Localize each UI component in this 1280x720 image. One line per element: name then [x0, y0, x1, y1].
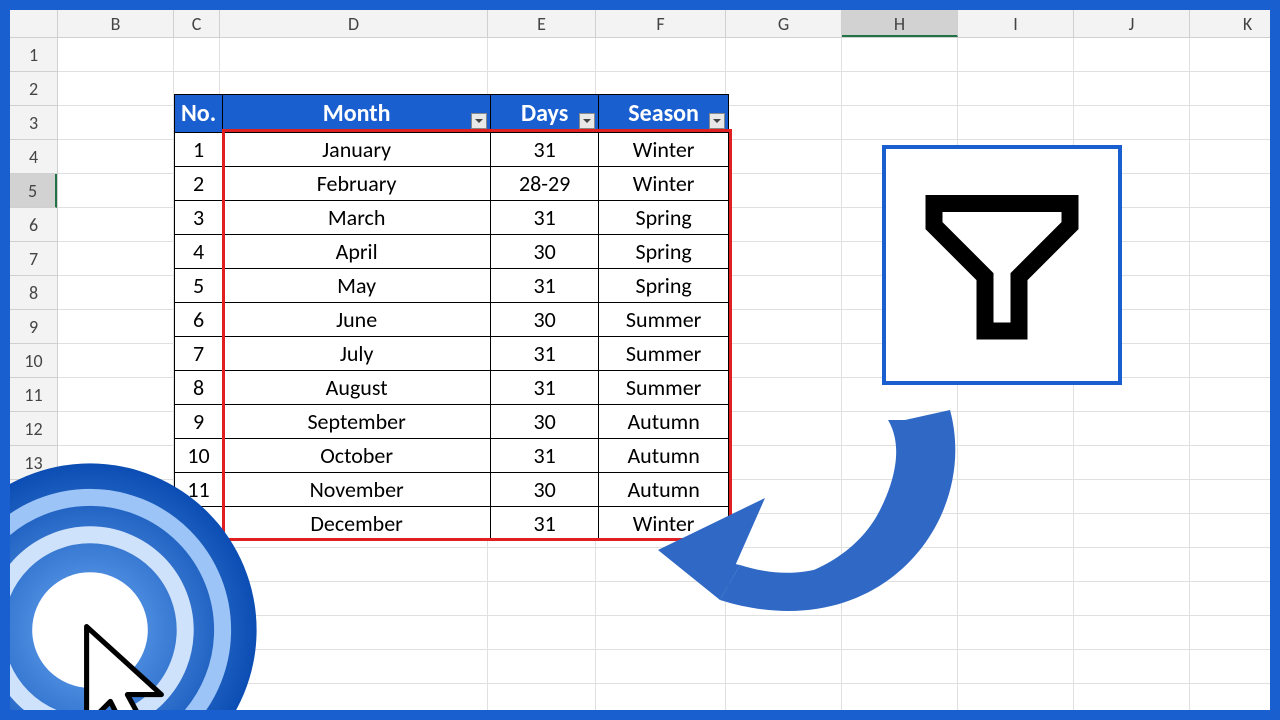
- filter-icon-card: [882, 145, 1122, 385]
- table-cell[interactable]: 31: [491, 133, 599, 167]
- table-cell[interactable]: 1: [175, 133, 223, 167]
- row-header-10[interactable]: 10: [10, 344, 57, 378]
- table-header-season: Season: [599, 95, 729, 133]
- row-header-1[interactable]: 1: [10, 38, 57, 72]
- table-header-label: Days: [521, 99, 568, 128]
- table-cell[interactable]: 31: [491, 337, 599, 371]
- spreadsheet-grid[interactable]: BCDEFGHIJK 12345678910111213 No.MonthDay…: [10, 10, 1270, 710]
- table-cell[interactable]: May: [223, 269, 491, 303]
- table-cell[interactable]: 30: [491, 235, 599, 269]
- table-cell[interactable]: November: [223, 473, 491, 507]
- table-cell[interactable]: August: [223, 371, 491, 405]
- row-header-12[interactable]: 12: [10, 412, 57, 446]
- table-cell[interactable]: 28-29: [491, 167, 599, 201]
- table-cell[interactable]: February: [223, 167, 491, 201]
- table-cell[interactable]: 2: [175, 167, 223, 201]
- table-cell[interactable]: 3: [175, 201, 223, 235]
- table-cell[interactable]: 7: [175, 337, 223, 371]
- table-cell[interactable]: January: [223, 133, 491, 167]
- table-row: 3March31Spring: [175, 201, 729, 235]
- table-header-month: Month: [223, 95, 491, 133]
- table-header-label: Month: [323, 99, 391, 128]
- column-header-H[interactable]: H: [842, 10, 958, 37]
- column-header-I[interactable]: I: [958, 10, 1074, 37]
- table-cell[interactable]: 31: [491, 507, 599, 541]
- table-cell[interactable]: 31: [491, 439, 599, 473]
- column-header-G[interactable]: G: [726, 10, 842, 37]
- cursor-logo: [10, 460, 260, 710]
- table-cell[interactable]: March: [223, 201, 491, 235]
- table-cell[interactable]: 31: [491, 269, 599, 303]
- table-cell[interactable]: 30: [491, 473, 599, 507]
- table-header-label: No.: [181, 99, 216, 128]
- table-cell[interactable]: 31: [491, 201, 599, 235]
- table-cell[interactable]: Spring: [599, 201, 729, 235]
- table-row: 4April30Spring: [175, 235, 729, 269]
- column-header-K[interactable]: K: [1190, 10, 1270, 37]
- table-row: 5May31Spring: [175, 269, 729, 303]
- table-cell[interactable]: 30: [491, 405, 599, 439]
- table-header-days: Days: [491, 95, 599, 133]
- table-row: 7July31Summer: [175, 337, 729, 371]
- table-cell[interactable]: 8: [175, 371, 223, 405]
- table-header-label: Season: [628, 99, 699, 128]
- column-header-B[interactable]: B: [58, 10, 174, 37]
- column-header-E[interactable]: E: [488, 10, 596, 37]
- table-cell[interactable]: 6: [175, 303, 223, 337]
- filter-dropdown-button[interactable]: [709, 113, 725, 129]
- row-header-7[interactable]: 7: [10, 242, 57, 276]
- funnel-icon: [917, 178, 1087, 353]
- row-header-3[interactable]: 3: [10, 106, 57, 140]
- column-header-F[interactable]: F: [596, 10, 726, 37]
- table-cell[interactable]: October: [223, 439, 491, 473]
- filter-dropdown-button[interactable]: [579, 113, 595, 129]
- row-header-8[interactable]: 8: [10, 276, 57, 310]
- column-headers: BCDEFGHIJK: [10, 10, 1270, 38]
- table-cell[interactable]: Summer: [599, 337, 729, 371]
- column-header-C[interactable]: C: [174, 10, 220, 37]
- curved-arrow: [650, 390, 990, 650]
- column-header-D[interactable]: D: [220, 10, 488, 37]
- column-header-corner[interactable]: [10, 10, 58, 37]
- table-cell[interactable]: Summer: [599, 303, 729, 337]
- table-cell[interactable]: 30: [491, 303, 599, 337]
- row-header-5[interactable]: 5: [10, 174, 57, 208]
- table-cell[interactable]: July: [223, 337, 491, 371]
- row-header-11[interactable]: 11: [10, 378, 57, 412]
- column-header-J[interactable]: J: [1074, 10, 1190, 37]
- table-cell[interactable]: Spring: [599, 269, 729, 303]
- table-cell[interactable]: September: [223, 405, 491, 439]
- table-cell[interactable]: December: [223, 507, 491, 541]
- table-row: 1January31Winter: [175, 133, 729, 167]
- table-cell[interactable]: Winter: [599, 133, 729, 167]
- table-cell[interactable]: Winter: [599, 167, 729, 201]
- table-row: 6June30Summer: [175, 303, 729, 337]
- row-header-2[interactable]: 2: [10, 72, 57, 106]
- filter-dropdown-button[interactable]: [471, 113, 487, 129]
- table-header-no: No.: [175, 95, 223, 133]
- row-header-4[interactable]: 4: [10, 140, 57, 174]
- table-cell[interactable]: 31: [491, 371, 599, 405]
- table-row: 2February28-29Winter: [175, 167, 729, 201]
- row-header-6[interactable]: 6: [10, 208, 57, 242]
- row-header-9[interactable]: 9: [10, 310, 57, 344]
- table-cell[interactable]: April: [223, 235, 491, 269]
- table-cell[interactable]: Spring: [599, 235, 729, 269]
- table-cell[interactable]: 5: [175, 269, 223, 303]
- table-row: 8August31Summer: [175, 371, 729, 405]
- table-cell[interactable]: 4: [175, 235, 223, 269]
- table-cell[interactable]: June: [223, 303, 491, 337]
- table-cell[interactable]: 9: [175, 405, 223, 439]
- table-row: 9September30Autumn: [175, 405, 729, 439]
